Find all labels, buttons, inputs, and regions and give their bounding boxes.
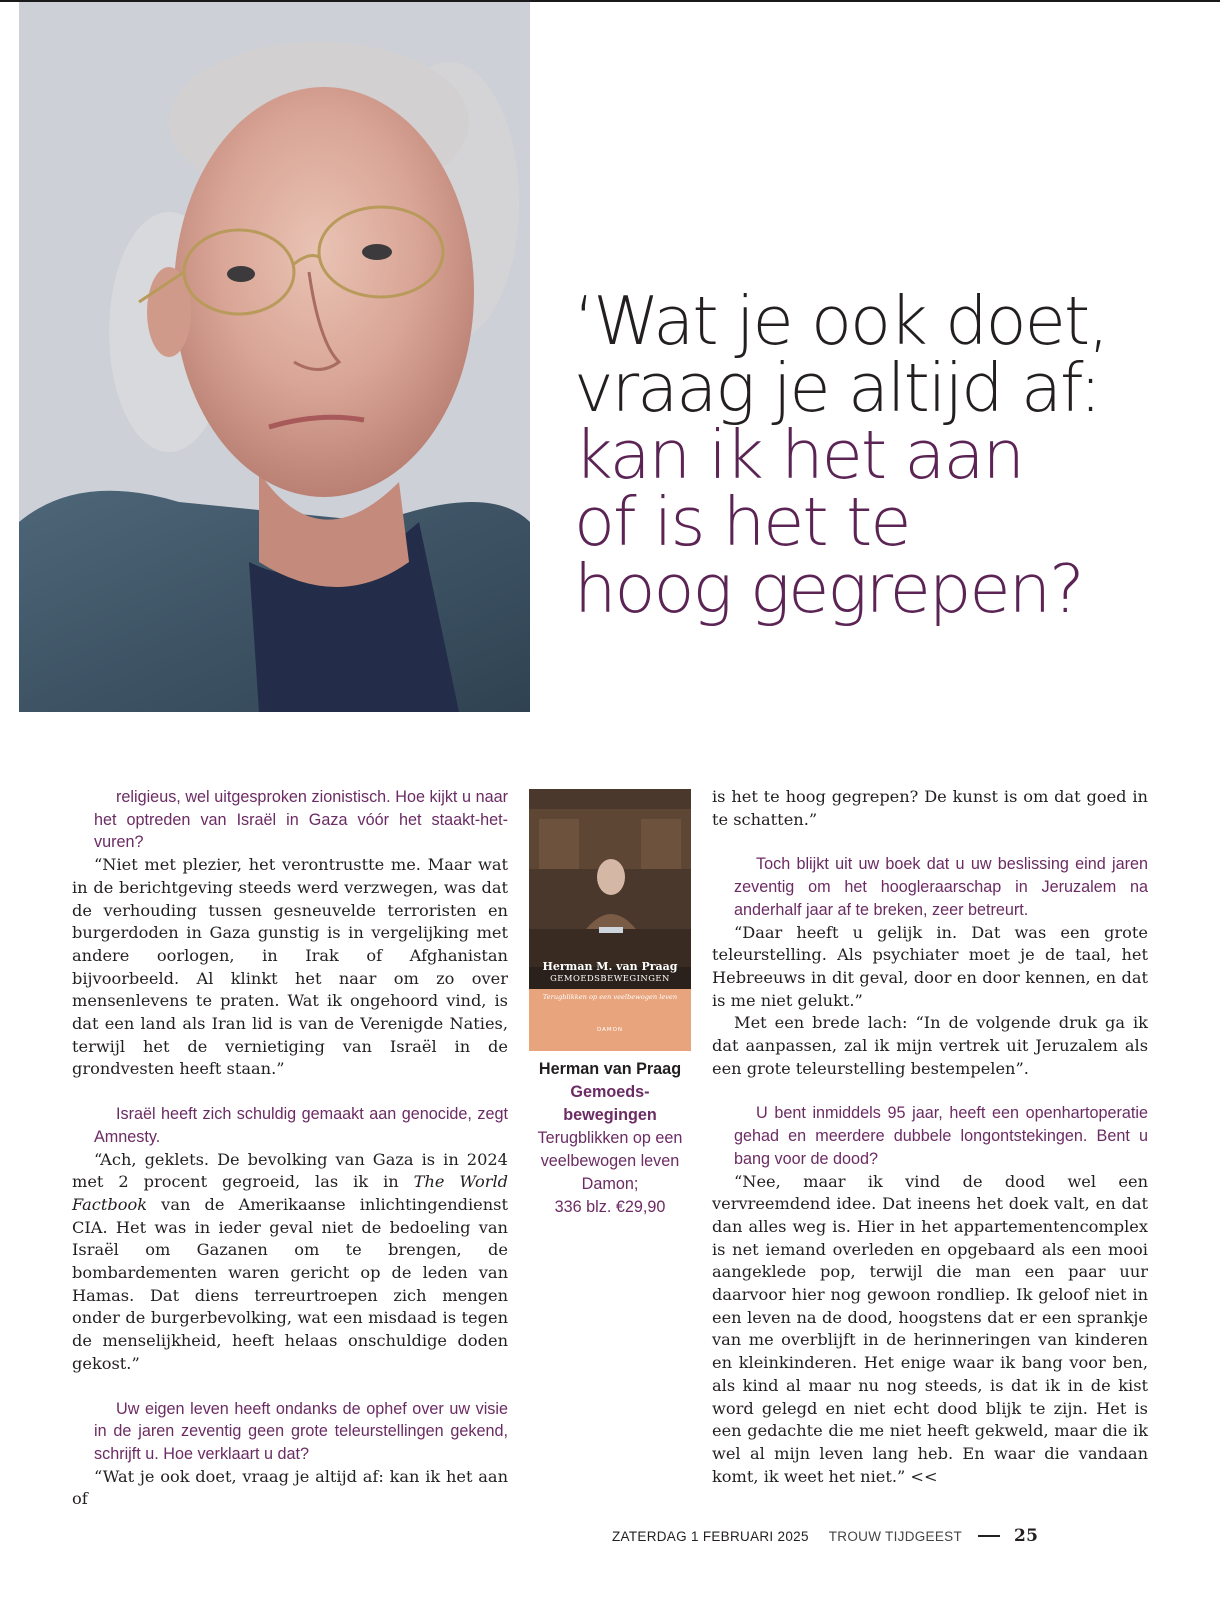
article-column-left: religieus, wel uitgesproken zionistisch.… <box>72 786 508 1511</box>
footer-dash <box>978 1535 1001 1537</box>
page-footer: ZATERDAG 1 FEBRUARI 2025 TROUW TIJDGEEST… <box>612 1524 1038 1548</box>
pull-quote-line-2: vraag je altijd af: <box>574 349 1102 427</box>
pull-quote-line-4: of is het te <box>574 483 911 561</box>
interview-question: Uw eigen leven heeft ondanks de ophef ov… <box>94 1399 508 1463</box>
pull-quote-line-1: ‘Wat je ook doet, <box>574 282 1109 360</box>
interview-answer: Met een brede lach: “In de volgende druk… <box>712 1013 1148 1078</box>
interview-question: religieus, wel uitgesproken zionistisch.… <box>94 788 508 852</box>
book-info: Herman van Praag Gemoeds- bewegingen Ter… <box>525 1058 695 1219</box>
book-cover-tagline: Terugblikken op een veelbewogen leven <box>542 993 678 1001</box>
book-cover-title: GEMOEDSBEWEGINGEN <box>550 973 670 983</box>
book-cover-publisher: DAMON <box>596 1027 624 1033</box>
book-title-line-1: Gemoeds- <box>570 1083 650 1101</box>
book-author: Herman van Praag <box>538 1060 682 1078</box>
interview-answer: “Nee, maar ik vind de dood wel een vervr… <box>712 1171 1148 1486</box>
interview-question: U bent inmiddels 95 jaar, heeft een open… <box>734 1104 1148 1168</box>
pull-quote-line-5: hoog gegrepen? <box>574 550 1085 628</box>
book-price: 336 blz. €29,90 <box>554 1198 666 1216</box>
interview-answer: “Daar heeft u gelijk in. Dat was een gro… <box>712 922 1148 1010</box>
book-cover-photo <box>529 789 691 967</box>
article-column-right: is het te hoog gegrepen? De kunst is om … <box>712 786 1148 1488</box>
pull-quote: ‘Wat je ook doet, vraag je altijd af: ka… <box>574 288 1194 623</box>
interview-answer: “Niet met plezier, het verontrustte me. … <box>72 855 508 1079</box>
interview-question: Israël heeft zich schuldig gemaakt aan g… <box>94 1105 508 1146</box>
interview-question: Toch blijkt uit uw boek dat u uw besliss… <box>734 855 1148 919</box>
pull-quote-line-3: kan ik het aan <box>574 416 1025 494</box>
interview-answer: “Ach, geklets. De bevolking van Gaza is … <box>72 1149 508 1373</box>
book-title-line-2: bewegingen <box>563 1106 657 1124</box>
book-publisher: Damon; <box>581 1175 639 1193</box>
footer-section: TROUW TIJDGEEST <box>828 1528 963 1544</box>
book-cover: Herman M. van Praag GEMOEDSBEWEGINGEN Te… <box>529 789 691 1051</box>
footer-date: ZATERDAG 1 FEBRUARI 2025 <box>612 1528 809 1544</box>
book-subtitle-line-2: veelbewogen leven <box>540 1152 680 1170</box>
book-subtitle-line-1: Terugblikken op een <box>537 1129 683 1147</box>
portrait-photo <box>19 2 530 712</box>
interview-answer: “Wat je ook doet, vraag je altijd af: ka… <box>72 1466 508 1509</box>
interview-answer: is het te hoog gegrepen? De kunst is om … <box>712 787 1148 829</box>
page-number: 25 <box>1014 1526 1039 1546</box>
book-cover-author: Herman M. van Praag <box>542 960 678 973</box>
